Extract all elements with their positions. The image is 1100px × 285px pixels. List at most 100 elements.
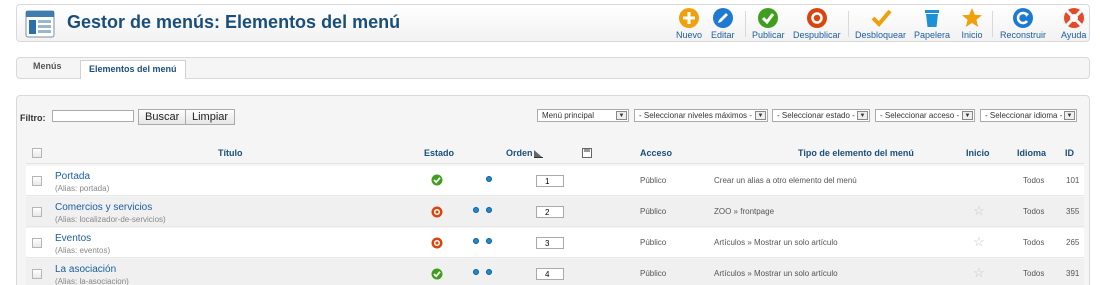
toolbar-separator [848,11,849,37]
unlock-button[interactable]: Desbloquear [855,7,906,40]
help-label: Ayuda [1061,30,1087,40]
plus-icon [679,8,699,28]
toolbar-separator [992,11,993,37]
header-status[interactable]: Estado [424,148,454,158]
clear-button[interactable]: Limpiar [185,109,236,125]
order-input[interactable] [536,206,564,218]
row-checkbox[interactable] [32,269,42,279]
published-icon[interactable] [431,174,443,186]
item-type: Artículos » Mostrar un solo artículo [714,269,838,278]
submenu-tabs: Menús Elementos del menú [16,57,1090,79]
dropdown-arrow-icon: ▼ [857,111,868,120]
dropdown-arrow-icon: ▼ [1064,111,1075,120]
item-id: 355 [1066,207,1080,216]
trash-button[interactable]: Papelera [914,7,950,40]
order-input[interactable] [536,175,564,187]
item-id: 101 [1066,176,1080,185]
order-input[interactable] [536,268,564,280]
item-alias: (Alias: portada) [55,184,110,193]
unpublished-icon[interactable] [431,237,443,249]
item-title-link[interactable]: Comercios y servicios [55,202,152,213]
default-star-icon[interactable]: ☆ [973,203,985,219]
home-label: Inicio [961,30,983,40]
item-id: 265 [1066,238,1080,247]
table-row: La asociación (Alias: la-asociacion) Púb… [26,259,1084,285]
toolbar: Gestor de menús: Elementos del menú Nuev… [16,4,1090,42]
header-order[interactable]: Orden [506,148,533,158]
menu-select-value: Menú principal [542,111,595,120]
trash-icon [925,10,940,27]
row-checkbox[interactable] [32,207,42,217]
menu-manager-icon [25,10,55,38]
language-select-value: - Seleccionar idioma - [985,111,1063,120]
row-checkbox[interactable] [32,176,42,186]
filter-input[interactable] [52,110,134,122]
toolbar-separator [745,11,746,37]
rebuild-label: Reconstruir [1000,30,1047,40]
header-title[interactable]: Título [218,148,243,158]
move-up-icon[interactable] [473,207,479,213]
language: Todos [1023,269,1045,278]
unpublished-icon[interactable] [431,206,443,218]
publish-label: Publicar [752,30,785,40]
unlock-label: Desbloquear [855,30,907,40]
levels-select[interactable]: - Seleccionar niveles máximos - ▼ [634,109,768,122]
move-down-icon[interactable] [486,176,492,182]
row-checkbox[interactable] [32,238,42,248]
save-order-icon[interactable] [582,148,592,158]
edit-label: Editar [711,30,735,40]
header-id[interactable]: ID [1065,148,1074,158]
default-star-icon[interactable]: ☆ [973,234,985,250]
item-title-link[interactable]: Eventos [55,233,91,244]
select-all-checkbox[interactable] [32,148,42,158]
unpublish-label: Despublicar [793,30,841,40]
default-star-icon[interactable]: ☆ [973,265,985,281]
access-select[interactable]: - Seleccionar acceso - ▼ [875,109,975,122]
dropdown-arrow-icon: ▼ [962,111,973,120]
search-button[interactable]: Buscar [138,109,187,125]
unpublish-button[interactable]: Despublicar [793,7,841,40]
access-level: Público [640,238,667,247]
home-button[interactable]: Inicio [961,7,983,40]
item-title-link[interactable]: La asociación [55,264,116,275]
item-alias: (Alias: eventos) [55,246,111,255]
move-down-icon[interactable] [486,269,492,275]
access-level: Público [640,176,667,185]
trash-label: Papelera [914,30,951,40]
table-row: Portada (Alias: portada) Público Crear u… [26,166,1084,196]
language-select[interactable]: - Seleccionar idioma - ▼ [980,109,1077,122]
dropdown-arrow-icon: ▼ [616,111,627,120]
lifebuoy-icon [1063,8,1084,28]
move-down-icon[interactable] [486,238,492,244]
stop-icon [806,8,827,28]
levels-select-value: - Seleccionar niveles máximos - [639,111,752,120]
new-label: Nuevo [676,30,703,40]
item-type: Crear un alias a otro elemento del menú [714,176,857,185]
rebuild-button[interactable]: Reconstruir [1000,7,1046,40]
tab-menus[interactable]: Menús [33,61,62,71]
header-language[interactable]: Idioma [1017,148,1046,158]
edit-button[interactable]: Editar [711,7,735,40]
move-up-icon[interactable] [473,238,479,244]
menu-select[interactable]: Menú principal ▼ [537,109,629,122]
header-home[interactable]: Inicio [966,148,990,158]
dropdown-arrow-icon: ▼ [755,111,766,120]
sort-icon [534,150,543,158]
publish-button[interactable]: Publicar [752,7,785,40]
published-icon[interactable] [431,268,443,280]
tab-menu-items[interactable]: Elementos del menú [80,60,186,79]
item-type: ZOO » frontpage [714,207,775,216]
check-icon [758,8,779,28]
header-access[interactable]: Acceso [640,148,672,158]
item-alias: (Alias: localizador-de-servicios) [55,215,166,224]
star-icon [962,8,982,27]
state-select[interactable]: - Seleccionar estado - ▼ [772,109,870,122]
checkin-icon [871,9,892,27]
move-up-icon[interactable] [473,269,479,275]
move-down-icon[interactable] [486,207,492,213]
order-input[interactable] [536,237,564,249]
help-button[interactable]: Ayuda [1061,7,1086,40]
pencil-icon [712,8,733,28]
new-button[interactable]: Nuevo [676,7,702,40]
item-title-link[interactable]: Portada [55,171,90,182]
